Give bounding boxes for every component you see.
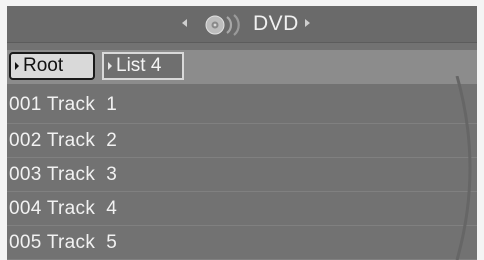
list-item[interactable]: 004 Track 4 xyxy=(7,192,477,226)
track-label: 003 Track 3 xyxy=(9,164,118,185)
source-title: DVD xyxy=(253,12,299,35)
list-item[interactable]: 001 Track 1 xyxy=(7,90,477,124)
triangle-right-icon xyxy=(108,62,112,70)
track-label: 005 Track 5 xyxy=(9,232,118,253)
chevron-right-icon[interactable] xyxy=(305,19,310,27)
breadcrumb-list-label: List 4 xyxy=(116,55,162,76)
breadcrumb-list[interactable]: List 4 xyxy=(102,52,184,80)
triangle-right-icon xyxy=(15,62,19,70)
list-item[interactable]: 002 Track 2 xyxy=(7,124,477,158)
track-label: 004 Track 4 xyxy=(9,198,118,219)
track-label: 002 Track 2 xyxy=(9,130,118,151)
track-list: 001 Track 1 002 Track 2 003 Track 3 004 … xyxy=(7,90,477,260)
breadcrumb-root[interactable]: Root xyxy=(9,52,95,80)
chevron-left-icon[interactable] xyxy=(182,19,187,27)
track-label: 001 Track 1 xyxy=(9,94,118,115)
disc-icon xyxy=(205,14,240,36)
list-item[interactable]: 003 Track 3 xyxy=(7,158,477,192)
breadcrumb-root-label: Root xyxy=(23,55,64,76)
source-header: DVD xyxy=(7,6,477,43)
dvd-screen: DVD Root List 4 001 Track 1 002 Track 2 … xyxy=(7,6,477,260)
breadcrumb: Root List 4 xyxy=(7,50,477,84)
list-item[interactable]: 005 Track 5 xyxy=(7,226,477,260)
